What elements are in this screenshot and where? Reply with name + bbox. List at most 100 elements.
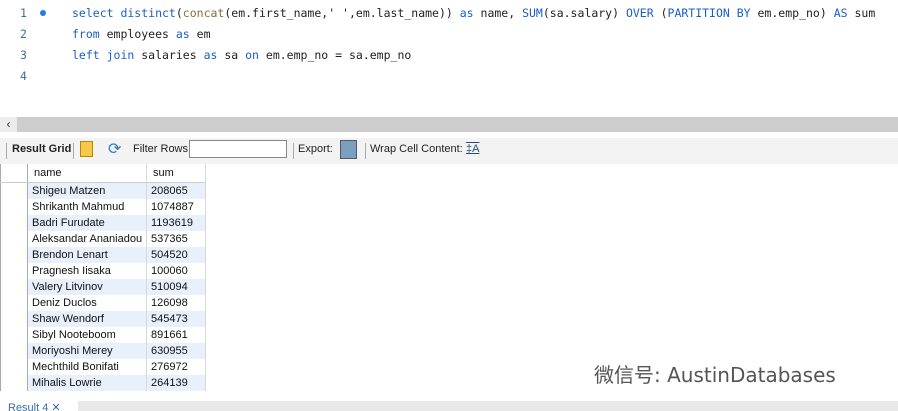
row-header[interactable] [0, 231, 28, 247]
scroll-left-icon[interactable]: ‹ [0, 117, 17, 132]
row-header[interactable] [0, 359, 28, 375]
cell-sum[interactable]: 510094 [146, 279, 206, 295]
cell-sum[interactable]: 504520 [146, 247, 206, 263]
cell-name[interactable]: Mechthild Bonifati [27, 359, 147, 375]
result-tab-label: Result 4 [8, 402, 49, 411]
code-token: as [459, 6, 474, 20]
row-header[interactable] [0, 311, 28, 327]
code-token: ( [175, 6, 183, 20]
filter-rows-label: Filter Rows: [133, 143, 192, 155]
wrap-cell-icon[interactable]: ‡A [466, 143, 479, 155]
cell-sum[interactable]: 545473 [146, 311, 206, 327]
result-tabs-bar: Result 4 ✕ [0, 401, 898, 411]
code-token: PARTITION BY [667, 6, 751, 20]
code-token: sa [217, 48, 246, 62]
column-header-name[interactable]: name [27, 164, 147, 183]
grid-layout-icon[interactable] [80, 141, 93, 157]
code-text: select distinct(concat(em.first_name,' '… [72, 3, 875, 23]
result-tab[interactable]: Result 4 ✕ [0, 401, 78, 411]
cell-sum[interactable]: 100060 [146, 263, 206, 279]
line-number: 4 [20, 69, 27, 83]
row-header[interactable] [0, 247, 28, 263]
cell-name[interactable]: Mihalis Lowrie [27, 375, 147, 391]
table-row[interactable]: Valery Litvinov 510094 [0, 279, 206, 295]
cell-name[interactable]: Deniz Duclos [27, 295, 147, 311]
row-header[interactable] [0, 182, 28, 199]
divider [365, 143, 366, 159]
row-header[interactable] [0, 215, 28, 231]
code-token: em.emp_no) [750, 6, 834, 20]
table-row[interactable]: Pragnesh Iisaka 100060 [0, 263, 206, 279]
code-text: from employees as em [72, 24, 211, 44]
cell-sum[interactable]: 126098 [146, 295, 206, 311]
code-token: SUM [522, 6, 543, 20]
line-number: 2 [20, 27, 27, 41]
code-token: (sa.salary) [542, 6, 626, 20]
export-icon[interactable] [340, 140, 357, 159]
cell-name[interactable]: Badri Furudate [27, 215, 147, 231]
code-token: ( [653, 6, 668, 20]
table-row[interactable]: Deniz Duclos 126098 [0, 295, 206, 311]
cell-sum[interactable]: 208065 [146, 182, 206, 199]
cell-sum[interactable]: 276972 [146, 359, 206, 375]
cell-sum[interactable]: 537365 [146, 231, 206, 247]
code-token: as [175, 27, 190, 41]
code-token: sum [847, 6, 876, 20]
table-row[interactable]: Aleksandar Ananiadou 537365 [0, 231, 206, 247]
table-row[interactable]: Shrikanth Mahmud 1074887 [0, 199, 206, 215]
cell-name[interactable]: Aleksandar Ananiadou [27, 231, 147, 247]
sql-editor[interactable]: 1 select distinct(concat(em.first_name,' … [0, 0, 898, 118]
code-token: salaries [134, 48, 204, 62]
filter-rows-input[interactable] [189, 140, 287, 158]
code-text: left join salaries as sa on em.emp_no = … [72, 45, 411, 65]
table-row[interactable]: Shaw Wendorf 545473 [0, 311, 206, 327]
cell-sum[interactable]: 1074887 [146, 199, 206, 215]
result-grid-tab[interactable]: Result Grid [12, 143, 71, 155]
code-token: AS [833, 6, 848, 20]
statement-marker-icon [40, 10, 46, 16]
cell-name[interactable]: Pragnesh Iisaka [27, 263, 147, 279]
row-header[interactable] [0, 343, 28, 359]
code-token: from [72, 27, 100, 41]
code-token: em [189, 27, 211, 41]
row-header[interactable] [0, 279, 28, 295]
cell-name[interactable]: Moriyoshi Merey [27, 343, 147, 359]
table-row[interactable]: Badri Furudate 1193619 [0, 215, 206, 231]
row-header[interactable] [0, 199, 28, 215]
code-token: name, [473, 6, 523, 20]
result-grid: name sum Shigeu Matzen 208065 Shrikanth Ma… [0, 164, 206, 391]
cell-name[interactable]: Brendon Lenart [27, 247, 147, 263]
table-row[interactable]: Mihalis Lowrie 264139 [0, 375, 206, 391]
table-row[interactable]: Sibyl Nooteboom 891661 [0, 327, 206, 343]
table-row[interactable]: Brendon Lenart 504520 [0, 247, 206, 263]
cell-name[interactable]: Shigeu Matzen [27, 182, 147, 199]
horizontal-scrollbar[interactable]: ‹ [0, 117, 898, 132]
row-header[interactable] [0, 327, 28, 343]
table-row[interactable]: Mechthild Bonifati 276972 [0, 359, 206, 375]
cell-sum[interactable]: 1193619 [146, 215, 206, 231]
divider [293, 143, 294, 159]
table-row[interactable]: Moriyoshi Merey 630955 [0, 343, 206, 359]
line-number: 3 [20, 48, 27, 62]
watermark: 微信号: AustinDatabases [594, 363, 836, 387]
code-token: concat [182, 6, 225, 20]
refresh-icon[interactable]: ⟳ [108, 139, 121, 159]
code-token: em.emp_no = sa.emp_no [258, 48, 412, 62]
cell-name[interactable]: Shrikanth Mahmud [27, 199, 147, 215]
cell-sum[interactable]: 891661 [146, 327, 206, 343]
export-label: Export: [298, 143, 333, 155]
row-header-corner [0, 164, 28, 183]
cell-name[interactable]: Valery Litvinov [27, 279, 147, 295]
line-number: 1 [20, 6, 27, 20]
table-row[interactable]: Shigeu Matzen 208065 [0, 182, 206, 199]
cell-name[interactable]: Sibyl Nooteboom [27, 327, 147, 343]
row-header[interactable] [0, 375, 28, 391]
column-header-sum[interactable]: sum [146, 164, 206, 183]
code-token: (em.first_name,' ',em.last_name)) [224, 6, 460, 20]
code-token: employees [99, 27, 176, 41]
row-header[interactable] [0, 263, 28, 279]
cell-sum[interactable]: 264139 [146, 375, 206, 391]
row-header[interactable] [0, 295, 28, 311]
cell-name[interactable]: Shaw Wendorf [27, 311, 147, 327]
cell-sum[interactable]: 630955 [146, 343, 206, 359]
